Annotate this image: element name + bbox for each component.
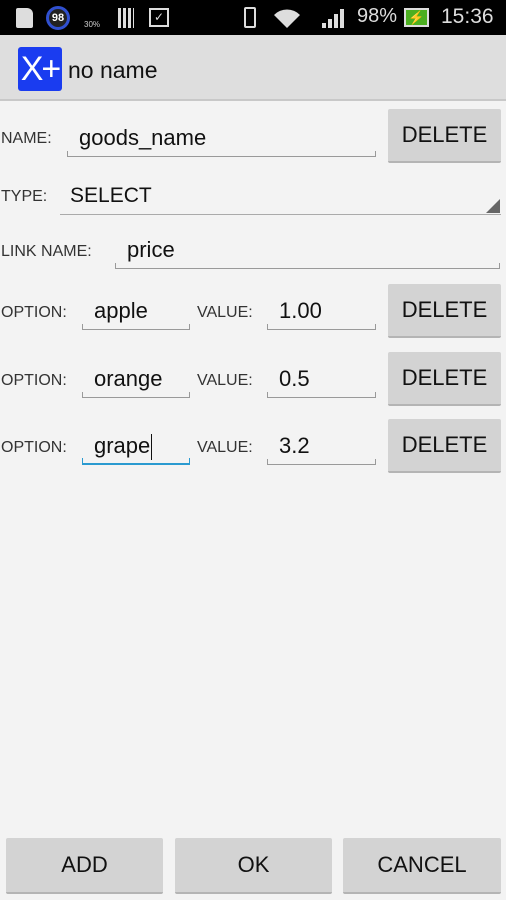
option-label: OPTION: (1, 439, 67, 456)
link-name-label: LINK NAME: (1, 243, 92, 260)
battery-charging-icon: ⚡ (404, 8, 429, 27)
x-plus-icon: X+ (18, 47, 62, 91)
action-bar: X+ no name (0, 35, 506, 101)
sd-card-icon (16, 8, 33, 28)
option-input[interactable]: apple (82, 296, 190, 330)
delete-option-button[interactable]: DELETE (388, 284, 501, 338)
wifi-icon (274, 9, 300, 28)
value-label: VALUE: (197, 304, 253, 321)
battery-percent: 98% (357, 5, 398, 27)
type-label: TYPE: (1, 188, 48, 205)
value-input[interactable]: 1.00 (267, 296, 376, 330)
name-label: NAME: (1, 130, 52, 147)
option-row: OPTION: grape VALUE: 3.2 DELETE (0, 419, 506, 473)
option-label: OPTION: (1, 372, 67, 389)
option-row: OPTION: orange VALUE: 0.5 DELETE (0, 352, 506, 406)
ok-button[interactable]: OK (175, 838, 332, 894)
page-title: no name (68, 57, 158, 83)
delete-name-button[interactable]: DELETE (388, 109, 501, 163)
text-cursor (151, 434, 153, 461)
delete-option-button[interactable]: DELETE (388, 352, 501, 406)
delete-option-button[interactable]: DELETE (388, 419, 501, 473)
type-select-value: SELECT (70, 184, 152, 207)
badge-icon: 98 (46, 6, 70, 30)
add-button[interactable]: ADD (6, 838, 163, 894)
vibrate-icon (244, 7, 256, 28)
option-label: OPTION: (1, 304, 67, 321)
name-input[interactable]: goods_name (67, 123, 376, 157)
option-text: grape (94, 433, 151, 458)
option-row: OPTION: apple VALUE: 1.00 DELETE (0, 284, 506, 338)
dropdown-arrow-icon (486, 199, 500, 213)
value-label: VALUE: (197, 439, 253, 456)
signal-icon (322, 9, 344, 28)
barcode-icon (118, 8, 134, 28)
clipboard-check-icon: ✓ (149, 8, 169, 27)
value-input[interactable]: 0.5 (267, 364, 376, 398)
value-input[interactable]: 3.2 (267, 431, 376, 465)
link-name-input[interactable]: price (115, 235, 500, 269)
clock: 15:36 (441, 5, 494, 28)
type-select[interactable]: SELECT (60, 180, 501, 215)
value-label: VALUE: (197, 372, 253, 389)
option-input[interactable]: orange (82, 364, 190, 398)
option-input-focused[interactable]: grape (82, 431, 190, 465)
weather-icon: 30% (84, 20, 101, 29)
cancel-button[interactable]: CANCEL (343, 838, 501, 894)
status-bar: 98 30% ✓ 98% ⚡ 15:36 (0, 0, 506, 35)
